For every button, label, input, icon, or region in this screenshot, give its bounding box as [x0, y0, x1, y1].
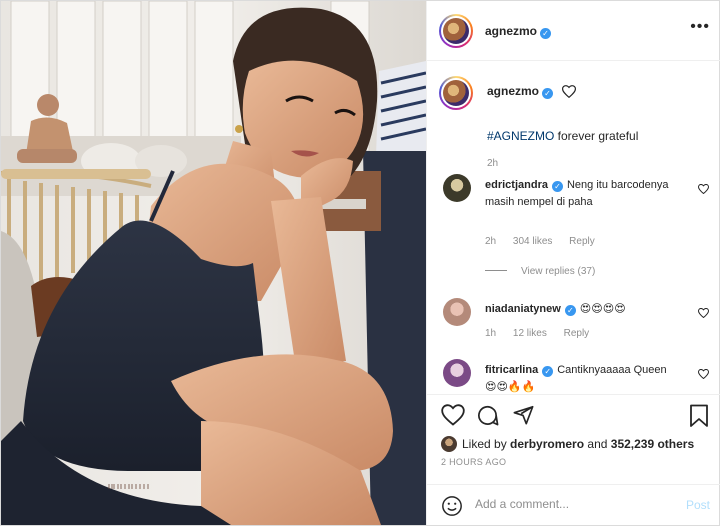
verified-badge-icon: ✓	[564, 305, 576, 316]
comment-input[interactable]	[475, 493, 675, 515]
caption-body: forever grateful	[554, 129, 639, 143]
paper-plane-icon[interactable]	[512, 404, 535, 426]
liker-avatar[interactable]	[441, 436, 457, 452]
caption-text: #AGNEZMO forever grateful	[487, 129, 638, 143]
post-photo[interactable]	[1, 1, 426, 525]
comment-like-heart-icon[interactable]	[698, 308, 709, 318]
likes-middle: and	[584, 437, 611, 451]
commenter-username[interactable]: edrictjandra	[485, 179, 548, 191]
caption-time[interactable]: 2h	[487, 158, 498, 169]
author-username[interactable]: agnezmo	[485, 24, 537, 38]
comment-time[interactable]: 2h	[485, 236, 496, 247]
comments-list[interactable]: agnezmo ✓ #AGNEZMO forever grateful 2h ed…	[427, 62, 720, 394]
post-timestamp[interactable]: 2 HOURS AGO	[441, 457, 506, 467]
comment-body: niadaniatynew ✓ 😍😍😍😍	[485, 301, 675, 318]
view-replies-label: View replies (37)	[521, 266, 596, 277]
caption-username[interactable]: agnezmo	[487, 84, 539, 98]
post-image	[1, 1, 426, 525]
commenter-username[interactable]: niadaniatynew	[485, 303, 561, 315]
comment-like-heart-icon[interactable]	[698, 184, 709, 194]
commenter-avatar[interactable]	[443, 174, 471, 202]
verified-badge-icon: ✓	[551, 181, 563, 192]
comment-reply-button[interactable]: Reply	[564, 328, 590, 339]
heart-icon[interactable]	[441, 404, 465, 426]
author-avatar[interactable]	[439, 14, 473, 48]
comment-reply-button[interactable]: Reply	[569, 236, 595, 247]
comment-time[interactable]: 1h	[485, 328, 496, 339]
caption-avatar[interactable]	[439, 76, 473, 110]
commenter-avatar[interactable]	[443, 359, 471, 387]
post-header: agnezmo ✓ •••	[427, 1, 720, 61]
comment-body: fitricarlina ✓ Cantiknyaaaaa Queen 😍😍🔥🔥	[485, 362, 675, 394]
likes-summary: Liked by derbyromero and 352,239 others	[441, 436, 694, 452]
replies-divider	[485, 270, 507, 271]
verified-badge-icon: ✓	[542, 366, 554, 377]
verified-badge-icon: ✓	[542, 88, 554, 99]
author-name-row: agnezmo ✓	[485, 24, 552, 39]
add-comment-bar: Post	[427, 484, 720, 525]
post-sidebar: agnezmo ✓ ••• agnezmo ✓ #AGNEZMO forever g…	[426, 1, 720, 525]
comment-meta: 1h 12 likes Reply	[485, 328, 603, 339]
comment-meta: 2h 304 likes Reply	[485, 236, 609, 247]
heart-outline-icon[interactable]	[562, 85, 577, 98]
more-options-icon[interactable]: •••	[690, 19, 710, 35]
action-bar: Liked by derbyromero and 352,239 others …	[427, 394, 720, 484]
bookmark-icon[interactable]	[689, 404, 709, 428]
caption-hashtag[interactable]: #AGNEZMO	[487, 129, 554, 143]
liker-username[interactable]: derbyromero	[510, 437, 584, 451]
likes-prefix: Liked by	[462, 437, 511, 451]
smiley-icon[interactable]	[441, 495, 463, 517]
instagram-post: agnezmo ✓ ••• agnezmo ✓ #AGNEZMO forever g…	[0, 0, 720, 526]
commenter-username[interactable]: fitricarlina	[485, 364, 538, 376]
comment-likes[interactable]: 12 likes	[513, 328, 547, 339]
view-replies-button[interactable]: View replies (37)	[485, 266, 595, 277]
likes-others[interactable]: 352,239 others	[611, 437, 694, 451]
comment-body: edrictjandra ✓ Neng itu barcodenya masih n…	[485, 177, 675, 211]
commenter-avatar[interactable]	[443, 298, 471, 326]
comment-text: 😍😍😍😍	[579, 303, 626, 315]
caption-username-row: agnezmo ✓	[487, 84, 577, 99]
comment-like-heart-icon[interactable]	[698, 369, 709, 379]
comment-likes[interactable]: 304 likes	[513, 236, 552, 247]
post-comment-button[interactable]: Post	[686, 498, 710, 512]
verified-badge-icon: ✓	[540, 28, 552, 39]
comment-icon[interactable]	[476, 404, 499, 427]
